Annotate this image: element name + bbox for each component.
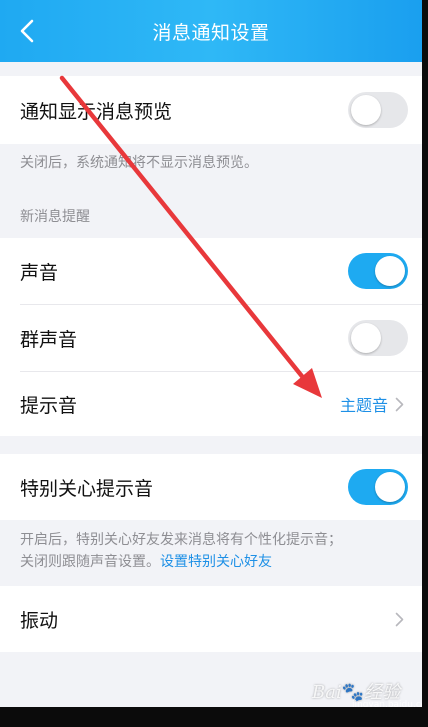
preview-card: 通知显示消息预览 [0, 76, 422, 144]
chevron-right-icon [395, 612, 404, 626]
group-sound-row[interactable]: 群声音 [0, 305, 422, 371]
settings-screen: 消息通知设置 通知显示消息预览 关闭后，系统通知将不显示消息预览。 新消息提醒 … [0, 0, 428, 727]
toggle-knob [375, 472, 405, 502]
vibrate-label: 振动 [20, 609, 59, 632]
title-bar: 消息通知设置 [0, 0, 422, 62]
new-message-card: 声音 群声音 提示音 主题音 [0, 238, 422, 436]
special-friends-link[interactable]: 设置特别关心好友 [160, 554, 272, 570]
special-tone-label: 特别关心提示音 [20, 477, 154, 500]
special-tone-toggle[interactable] [348, 469, 408, 505]
tone-label: 提示音 [20, 394, 78, 417]
special-card: 特别关心提示音 [0, 454, 422, 520]
sound-toggle[interactable] [348, 253, 408, 289]
special-tone-row[interactable]: 特别关心提示音 [0, 454, 422, 520]
toggle-knob [375, 256, 405, 286]
page-title: 消息通知设置 [152, 22, 270, 44]
chevron-right-icon [395, 397, 404, 411]
screen-edge [422, 0, 428, 727]
new-message-section-title: 新消息提醒 [20, 209, 90, 225]
special-note-line2: 关闭则跟随声音设置。设置特别关心好友 [20, 551, 342, 573]
tone-row[interactable]: 提示音 主题音 [0, 372, 422, 436]
preview-note: 关闭后，系统通知将不显示消息预览。 [20, 155, 258, 171]
preview-row[interactable]: 通知显示消息预览 [0, 76, 422, 144]
sound-label: 声音 [20, 261, 59, 284]
preview-toggle[interactable] [348, 92, 408, 128]
special-note: 开启后，特别关心好友发来消息将有个性化提示音； 关闭则跟随声音设置。设置特别关心… [20, 529, 342, 573]
special-note-line2-text: 关闭则跟随声音设置。 [20, 554, 160, 570]
group-sound-label: 群声音 [20, 328, 78, 351]
group-sound-toggle[interactable] [348, 320, 408, 356]
sound-row[interactable]: 声音 [0, 238, 422, 304]
toggle-knob [351, 323, 381, 353]
special-note-line1: 开启后，特别关心好友发来消息将有个性化提示音； [20, 532, 342, 548]
preview-label: 通知显示消息预览 [20, 100, 173, 123]
toggle-knob [351, 95, 381, 125]
tone-value: 主题音 [339, 396, 388, 415]
vibrate-row[interactable]: 振动 [0, 586, 422, 652]
bottom-bar [0, 707, 422, 727]
vibrate-card: 振动 [0, 586, 422, 652]
